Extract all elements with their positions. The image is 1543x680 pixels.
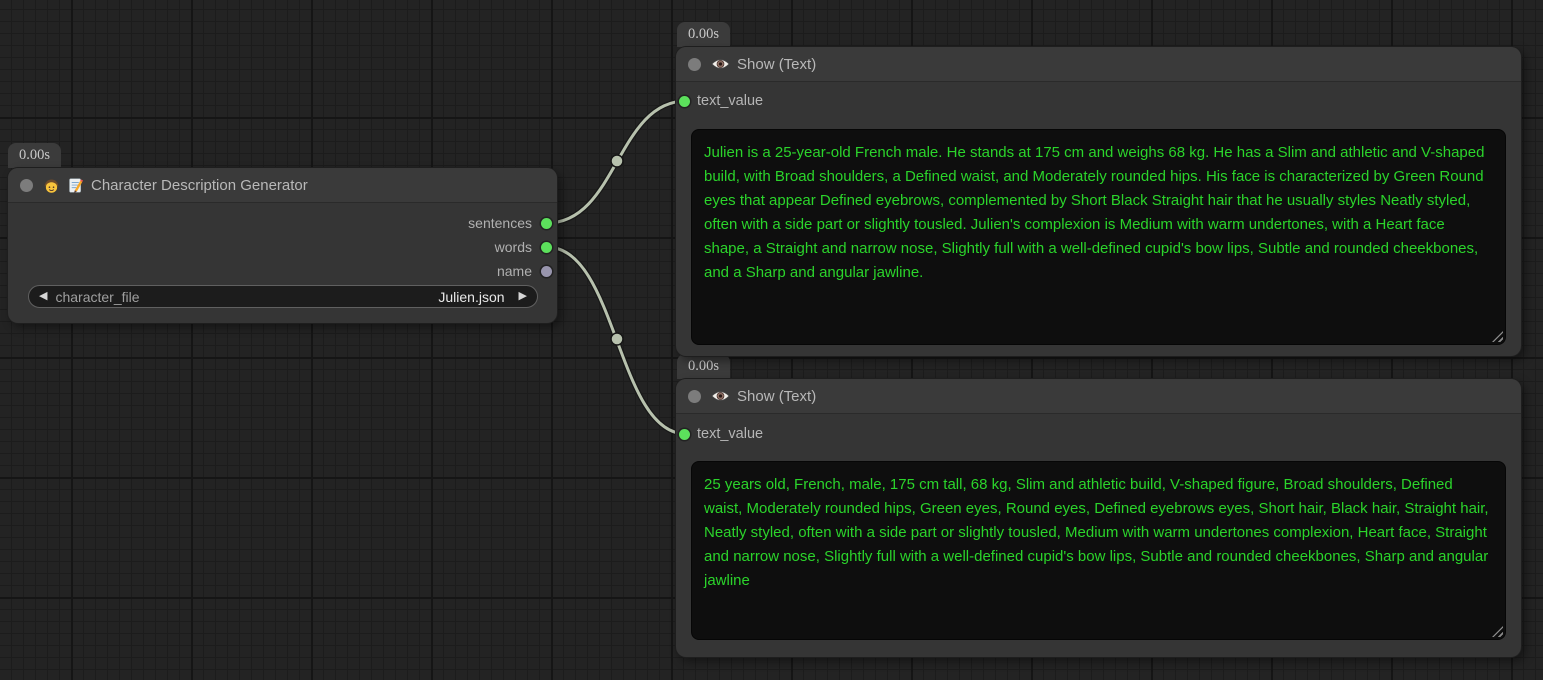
show-text-2-header[interactable]: Show (Text) bbox=[676, 379, 1521, 414]
exec-time-badge: 0.00s bbox=[677, 354, 730, 379]
exec-time-text: 0.00s bbox=[688, 26, 719, 42]
exec-time-text: 0.00s bbox=[688, 358, 719, 374]
text-value-display-2[interactable]: 25 years old, French, male, 175 cm tall,… bbox=[691, 461, 1506, 640]
node-show-text-1[interactable]: Show (Text) text_value Julien is a 25-ye… bbox=[676, 47, 1521, 356]
output-slot-words[interactable]: words bbox=[8, 235, 557, 259]
node-show-text-2[interactable]: Show (Text) text_value 25 years old, Fre… bbox=[676, 379, 1521, 657]
collapse-dot[interactable] bbox=[688, 58, 701, 71]
output-label-sentences: sentences bbox=[468, 215, 532, 231]
output-dot-sentences[interactable] bbox=[541, 218, 552, 229]
input-label-text-value: text_value bbox=[697, 426, 763, 442]
input-dot-text-value[interactable] bbox=[679, 429, 690, 440]
input-label-text-value: text_value bbox=[697, 93, 763, 109]
input-slot-text-value[interactable]: text_value bbox=[676, 89, 763, 113]
input-dot-text-value[interactable] bbox=[679, 96, 690, 107]
wire-words-to-text2[interactable] bbox=[547, 247, 686, 434]
generator-node-header[interactable]: Character Description Generator bbox=[8, 168, 557, 203]
prev-arrow-icon[interactable]: ◀ bbox=[39, 291, 47, 302]
generator-node-title: Character Description Generator bbox=[91, 177, 308, 194]
node-graph-canvas[interactable]: 0.00s bbox=[0, 0, 1543, 680]
output-label-name: name bbox=[497, 263, 532, 279]
output-dot-name[interactable] bbox=[541, 266, 552, 277]
character-file-widget[interactable]: ◀ character_file Julien.json ▶ bbox=[28, 285, 538, 308]
output-slot-name[interactable]: name bbox=[8, 259, 557, 283]
exec-time-badge: 0.00s bbox=[677, 22, 730, 47]
collapse-dot[interactable] bbox=[688, 390, 701, 403]
widget-label: character_file bbox=[55, 289, 139, 305]
collapse-dot[interactable] bbox=[20, 179, 33, 192]
memo-icon bbox=[67, 177, 84, 194]
show-text-2-title: Show (Text) bbox=[737, 388, 816, 405]
show-text-1-header[interactable]: Show (Text) bbox=[676, 47, 1521, 82]
exec-time-text: 0.00s bbox=[19, 147, 50, 163]
input-slot-text-value[interactable]: text_value bbox=[676, 422, 763, 446]
output-dot-words[interactable] bbox=[541, 242, 552, 253]
generator-outputs: sentences words name bbox=[8, 211, 557, 283]
wire-sentences-to-text1[interactable] bbox=[547, 101, 686, 223]
wire-midpoint-dot[interactable] bbox=[611, 155, 623, 167]
eye-icon bbox=[711, 389, 730, 403]
eye-icon bbox=[711, 57, 730, 71]
next-arrow-icon[interactable]: ▶ bbox=[519, 291, 527, 302]
output-slot-sentences[interactable]: sentences bbox=[8, 211, 557, 235]
widget-value: Julien.json bbox=[438, 289, 504, 305]
show-text-1-title: Show (Text) bbox=[737, 56, 816, 73]
output-label-words: words bbox=[495, 239, 532, 255]
exec-time-badge: 0.00s bbox=[8, 143, 61, 168]
text-value-display-1[interactable]: Julien is a 25-year-old French male. He … bbox=[691, 129, 1506, 345]
wire-midpoint-dot[interactable] bbox=[611, 333, 623, 345]
person-icon bbox=[43, 177, 60, 194]
node-character-description-generator[interactable]: Character Description Generator sentence… bbox=[8, 168, 557, 323]
